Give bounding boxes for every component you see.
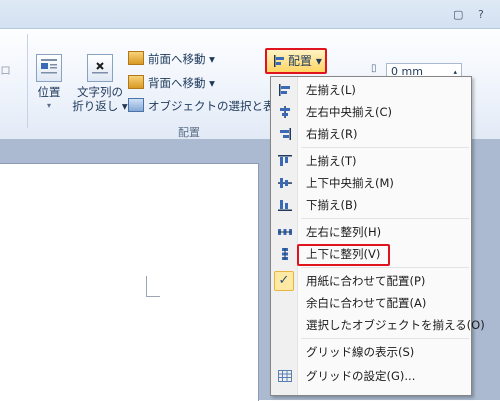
send-backward-icon xyxy=(128,75,144,89)
menu-separator xyxy=(301,147,469,148)
ribbon-divider xyxy=(27,34,28,128)
bring-forward-icon xyxy=(128,51,144,65)
dropdown-arrow-icon: ▾ xyxy=(46,101,51,110)
minimize-ribbon-icon[interactable]: ▢ xyxy=(453,8,463,21)
align-left-icon xyxy=(278,84,292,96)
align-center-icon xyxy=(278,106,292,118)
menu-item-align-right[interactable]: 右揃え(R) xyxy=(271,123,471,145)
selection-pane-button[interactable]: オブジェクトの選択と表示 xyxy=(128,97,286,115)
align-top-icon xyxy=(278,155,292,167)
align-right-icon xyxy=(278,128,292,140)
align-bottom-icon xyxy=(278,199,292,211)
distribute-vertical-icon xyxy=(278,248,292,260)
menu-item-distribute-horizontal[interactable]: 左右に整列(H) xyxy=(271,221,471,243)
align-middle-icon xyxy=(278,177,292,189)
margin-corner-mark xyxy=(146,276,160,297)
menu-item-grid-settings[interactable]: グリッドの設定(G)... xyxy=(271,365,471,387)
document-page[interactable] xyxy=(0,163,259,401)
menu-item-view-gridlines[interactable]: グリッド線の表示(S) xyxy=(271,341,471,363)
send-backward-button[interactable]: 背面へ移動 ▾ xyxy=(128,74,215,92)
position-label: 位置 xyxy=(37,85,61,99)
menu-separator xyxy=(301,218,469,219)
distribute-horizontal-icon xyxy=(278,226,292,238)
align-menu: 左揃え(L) 左右中央揃え(C) 右揃え(R) 上揃え(T) 上下中央揃え(M)… xyxy=(270,76,485,396)
partial-ribbon-label: ロ xyxy=(0,64,11,77)
align-left-icon xyxy=(273,55,285,67)
bring-forward-button[interactable]: 前面へ移動 ▾ xyxy=(128,50,215,68)
menu-item-align-bottom[interactable]: 下揃え(B) xyxy=(271,194,471,216)
selection-pane-icon xyxy=(128,98,144,112)
height-icon: ▯ xyxy=(371,63,377,74)
ribbon-group-label: 配置 xyxy=(178,126,200,139)
help-icon[interactable]: ? xyxy=(478,8,484,21)
checkmark-icon: ✓ xyxy=(278,273,290,288)
wrap-text-label-line2: 折り返し ▾ xyxy=(72,99,128,113)
position-icon xyxy=(36,54,62,82)
wrap-text-icon xyxy=(87,54,113,82)
menu-item-align-left[interactable]: 左揃え(L) xyxy=(271,79,471,101)
highlight-box xyxy=(297,244,390,266)
menu-separator xyxy=(301,338,469,339)
menu-item-align-selected[interactable]: 選択したオブジェクトを揃える(O) xyxy=(271,314,485,336)
menu-item-align-top[interactable]: 上揃え(T) xyxy=(271,150,471,172)
wrap-text-label-line1: 文字列の xyxy=(77,85,123,99)
menu-item-align-to-page[interactable]: ✓ 用紙に合わせて配置(P) xyxy=(271,270,471,292)
menu-item-align-center[interactable]: 左右中央揃え(C) xyxy=(271,101,471,123)
title-bar: ▢ ? xyxy=(0,0,500,28)
grid-icon xyxy=(278,370,292,382)
menu-item-align-to-margin[interactable]: 余白に合わせて配置(A) xyxy=(271,292,471,314)
menu-item-align-middle[interactable]: 上下中央揃え(M) xyxy=(271,172,471,194)
wrap-text-button[interactable]: 文字列の 折り返し ▾ xyxy=(72,54,128,113)
position-button[interactable]: 位置 ▾ xyxy=(32,54,66,113)
align-dropdown-button[interactable]: 配置 ▾ xyxy=(265,48,327,74)
menu-separator xyxy=(301,267,469,268)
